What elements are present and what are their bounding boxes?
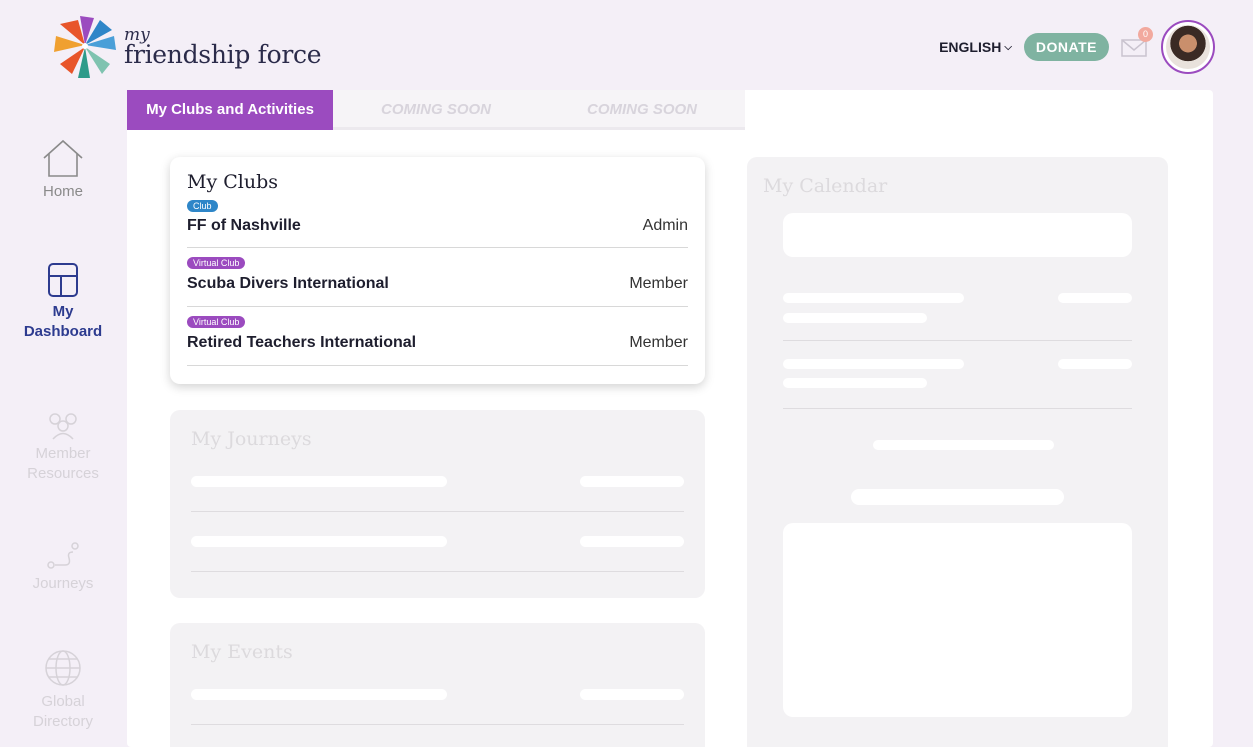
divider bbox=[783, 408, 1132, 409]
club-name: Scuba Divers International bbox=[187, 275, 389, 292]
club-type-badge: Virtual Club bbox=[187, 257, 246, 269]
divider bbox=[783, 340, 1132, 341]
my-calendar-card: My Calendar bbox=[747, 157, 1168, 747]
skeleton-bar bbox=[580, 689, 684, 700]
dashboard-icon bbox=[48, 263, 78, 297]
avatar-image bbox=[1166, 25, 1210, 69]
skeleton-calendar-grid bbox=[783, 523, 1132, 717]
sidebar-item-label: Member Resources bbox=[27, 445, 99, 482]
home-icon bbox=[43, 139, 83, 177]
skeleton-bar bbox=[783, 359, 964, 369]
people-icon bbox=[49, 413, 77, 440]
club-name: Retired Teachers International bbox=[187, 334, 417, 351]
club-name: FF of Nashville bbox=[187, 217, 301, 234]
language-label: ENGLISH bbox=[939, 39, 1002, 55]
club-row[interactable]: Virtual Club Scuba Divers International … bbox=[187, 248, 688, 307]
skeleton-bar bbox=[191, 476, 447, 487]
my-clubs-card: My Clubs Club FF of Nashville Admin Virt… bbox=[170, 157, 705, 384]
my-journeys-card: My Journeys bbox=[170, 410, 705, 598]
header-actions: ENGLISH ⌵ DONATE 0 bbox=[939, 20, 1215, 74]
brand-logo[interactable]: my friendship force bbox=[50, 12, 322, 82]
skeleton-box bbox=[783, 213, 1132, 257]
my-journeys-title: My Journeys bbox=[191, 428, 312, 450]
skeleton-bar bbox=[1058, 359, 1132, 369]
mail-button[interactable]: 0 bbox=[1121, 27, 1153, 58]
sidebar-item-label: Global Directory bbox=[32, 693, 93, 730]
skeleton-bar bbox=[783, 313, 927, 323]
tab-coming-soon-2: COMING SOON bbox=[539, 90, 745, 130]
donate-button[interactable]: DONATE bbox=[1023, 33, 1109, 61]
tab-coming-soon-1: COMING SOON bbox=[333, 90, 539, 130]
tab-bar: My Clubs and Activities COMING SOON COMI… bbox=[127, 90, 745, 130]
club-type-badge: Virtual Club bbox=[187, 316, 246, 328]
sidebar-item-journeys[interactable]: Journeys bbox=[0, 540, 126, 594]
sidebar-item-home[interactable]: Home bbox=[0, 138, 126, 202]
my-events-card: My Events bbox=[170, 623, 705, 747]
club-role: Member bbox=[629, 334, 688, 351]
mail-count-badge: 0 bbox=[1138, 27, 1153, 42]
logo-name: friendship force bbox=[124, 40, 322, 69]
skeleton-bar bbox=[783, 378, 927, 388]
route-icon bbox=[47, 542, 79, 569]
divider bbox=[191, 511, 684, 512]
skeleton-bar bbox=[191, 689, 447, 700]
friendship-force-logo-mark bbox=[50, 12, 120, 82]
skeleton-bar bbox=[1058, 293, 1132, 303]
sidebar-item-member-resources[interactable]: Member Resources bbox=[0, 410, 126, 484]
language-selector[interactable]: ENGLISH ⌵ bbox=[939, 39, 1012, 55]
skeleton-bar bbox=[580, 476, 684, 487]
skeleton-bar bbox=[783, 293, 964, 303]
skeleton-bar bbox=[873, 440, 1054, 450]
club-row[interactable]: Virtual Club Retired Teachers Internatio… bbox=[187, 307, 688, 366]
sidebar-item-label: Journeys bbox=[32, 575, 94, 592]
my-calendar-title: My Calendar bbox=[763, 175, 888, 197]
skeleton-button bbox=[851, 489, 1064, 505]
club-role: Member bbox=[629, 275, 688, 292]
skeleton-bar bbox=[191, 536, 447, 547]
tab-my-clubs-and-activities[interactable]: My Clubs and Activities bbox=[127, 90, 333, 130]
my-events-title: My Events bbox=[191, 641, 293, 663]
club-type-badge: Club bbox=[187, 200, 218, 212]
sidebar-item-label: My Dashboard bbox=[23, 303, 103, 340]
my-clubs-title: My Clubs bbox=[187, 171, 278, 193]
globe-icon bbox=[45, 650, 81, 686]
divider bbox=[191, 724, 684, 725]
sidebar-item-label: Home bbox=[42, 183, 83, 200]
chevron-down-icon: ⌵ bbox=[1004, 41, 1012, 53]
divider bbox=[191, 571, 684, 572]
club-role: Admin bbox=[642, 217, 688, 234]
sidebar-item-global-directory[interactable]: Global Directory bbox=[0, 648, 126, 732]
avatar[interactable] bbox=[1161, 20, 1215, 74]
sidebar-item-dashboard[interactable]: My Dashboard bbox=[0, 262, 126, 342]
club-row[interactable]: Club FF of Nashville Admin bbox=[187, 193, 688, 248]
skeleton-bar bbox=[580, 536, 684, 547]
